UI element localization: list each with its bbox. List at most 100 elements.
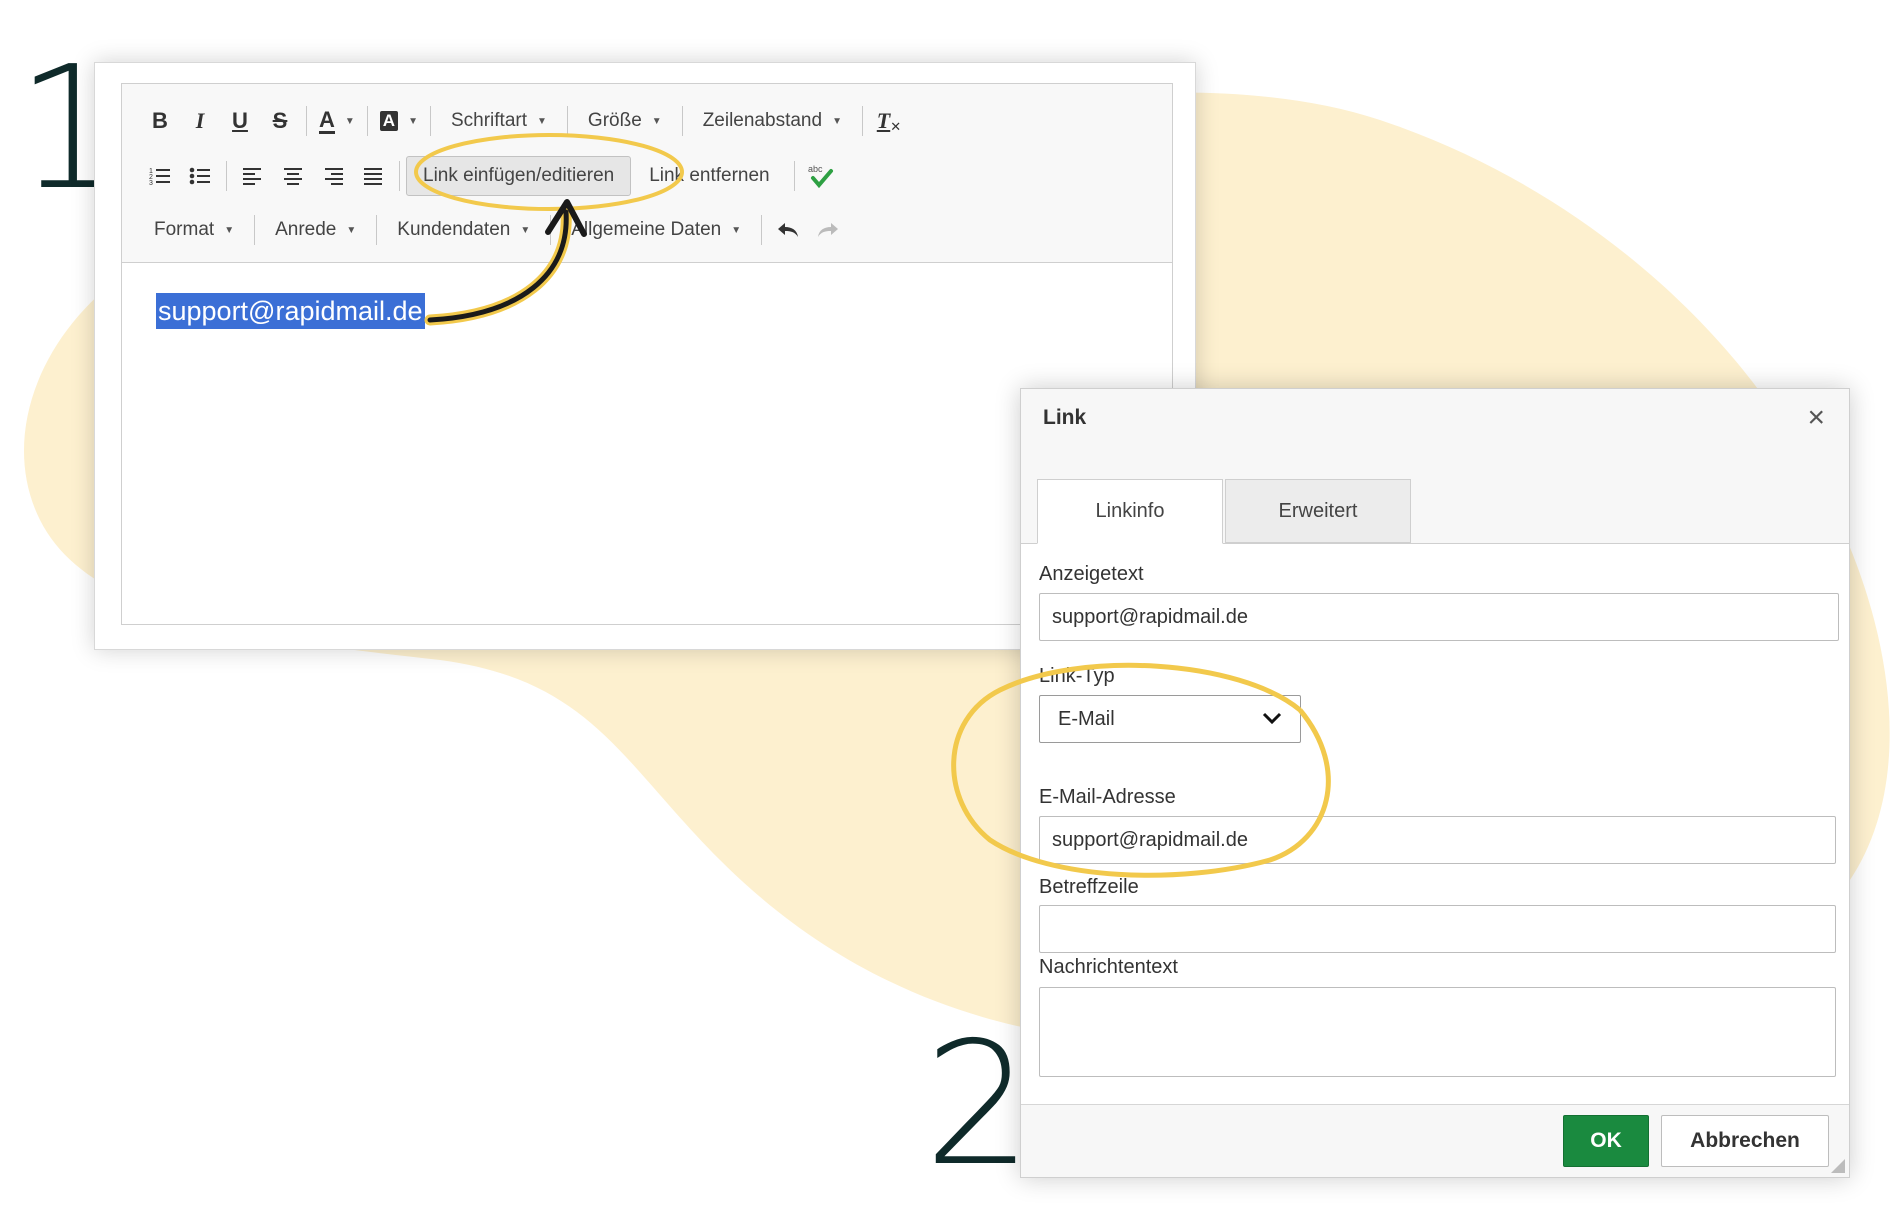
toolbar-separator [761, 215, 763, 245]
salutation-dropdown[interactable]: Anrede ▼ [261, 219, 370, 241]
align-right-button[interactable] [313, 158, 353, 194]
salutation-dropdown-label: Anrede [275, 219, 337, 240]
dialog-header: Link × [1021, 389, 1849, 454]
redo-icon [818, 223, 839, 237]
chevron-down-icon: ▼ [731, 224, 742, 236]
chevron-down-icon: ▼ [651, 115, 662, 127]
bullet-list-icon [189, 167, 210, 185]
clear-format-button[interactable]: T ✕ [869, 103, 909, 139]
numbered-list-button[interactable]: 123 [140, 158, 180, 194]
remove-link-label: Link entfernen [649, 165, 770, 186]
spellcheck-button[interactable]: abc [801, 158, 841, 194]
link-type-value: E-Mail [1058, 707, 1115, 730]
email-address-label: E-Mail-Adresse [1039, 786, 1176, 808]
subject-input[interactable] [1039, 905, 1836, 953]
general-data-dropdown-label: Allgemeine Daten [571, 219, 722, 240]
size-dropdown-label: Größe [587, 110, 642, 131]
dialog-title: Link [1043, 406, 1087, 429]
editor-toolbar: B I U S A ▼ A ▼ Schriftart ▼ Größe ▼ Zei… [122, 84, 1172, 263]
editor-content-area[interactable]: support@rapidmail.de [156, 293, 425, 329]
toolbar-separator [399, 161, 400, 191]
toolbar-separator [861, 106, 863, 136]
close-icon[interactable]: × [1807, 401, 1825, 435]
toolbar-separator [254, 215, 256, 245]
chevron-down-icon: ▼ [408, 115, 418, 127]
email-address-input[interactable] [1039, 816, 1836, 864]
link-type-label: Link-Typ [1039, 665, 1115, 687]
general-data-dropdown[interactable]: Allgemeine Daten ▼ [557, 219, 755, 241]
align-center-button[interactable] [273, 158, 313, 194]
chevron-down-icon: ▼ [537, 115, 547, 127]
resize-handle-icon[interactable] [1831, 1159, 1845, 1173]
align-right-icon [325, 168, 343, 185]
clear-format-icon: T [876, 108, 891, 133]
toolbar-separator [226, 161, 227, 191]
toolbar-separator [793, 161, 795, 191]
toolbar-separator [550, 215, 552, 245]
cancel-button[interactable]: Abbrechen [1661, 1115, 1829, 1167]
chevron-down-icon: ▼ [224, 224, 235, 236]
display-text-input[interactable] [1039, 593, 1839, 641]
message-body-textarea[interactable] [1039, 987, 1836, 1077]
customer-data-dropdown[interactable]: Kundendaten ▼ [383, 219, 544, 241]
insert-link-button[interactable]: Link einfügen/editieren [406, 156, 632, 196]
dialog-footer: OK Abbrechen [1021, 1104, 1849, 1177]
align-center-icon [284, 168, 302, 185]
message-body-label: Nachrichtentext [1039, 956, 1178, 978]
background-color-button[interactable]: A ▼ [374, 103, 424, 139]
chevron-down-icon: ▼ [520, 224, 531, 236]
text-color-button[interactable]: A ▼ [313, 103, 361, 139]
editor-panel: B I U S A ▼ A ▼ Schriftart ▼ Größe ▼ Zei… [121, 83, 1173, 625]
undo-icon [778, 223, 799, 237]
link-dialog: Link × Linkinfo Erweitert Anzeigetext Li… [1020, 388, 1850, 1178]
remove-link-button[interactable]: Link entfernen [631, 158, 787, 194]
subject-label: Betreffzeile [1039, 876, 1139, 898]
customer-data-dropdown-label: Kundendaten [397, 219, 511, 240]
strikethrough-button[interactable]: S [260, 103, 300, 139]
toolbar-row-2: 123 Link einfügen/editieren Link entfern… [140, 156, 841, 196]
align-left-icon [243, 168, 261, 185]
chevron-down-icon: ▼ [832, 115, 842, 127]
background-color-icon: A [379, 111, 399, 131]
justify-button[interactable] [353, 158, 393, 194]
toolbar-row-1: B I U S A ▼ A ▼ Schriftart ▼ Größe ▼ Zei… [140, 101, 909, 141]
undo-button[interactable] [768, 212, 808, 248]
format-dropdown-label: Format [154, 219, 215, 240]
step-number-two: 2 [924, 1006, 1033, 1204]
underline-button[interactable]: U [220, 103, 260, 139]
chevron-down-icon [1262, 708, 1282, 731]
dialog-tabs: Linkinfo Erweitert [1021, 453, 1849, 544]
bullet-list-button[interactable] [180, 158, 220, 194]
chevron-down-icon: ▼ [346, 224, 357, 236]
text-color-icon: A [319, 106, 335, 134]
size-dropdown[interactable]: Größe ▼ [574, 110, 676, 132]
toolbar-separator [429, 106, 431, 136]
link-type-select[interactable]: E-Mail [1039, 695, 1301, 743]
toolbar-separator [306, 106, 307, 136]
tab-linkinfo[interactable]: Linkinfo [1037, 479, 1223, 544]
toolbar-row-3: Format ▼ Anrede ▼ Kundendaten ▼ Allgemei… [140, 210, 848, 250]
italic-button[interactable]: I [180, 103, 220, 139]
spellcheck-badge: abc [808, 164, 823, 174]
toolbar-separator [681, 106, 683, 136]
format-dropdown[interactable]: Format ▼ [140, 219, 248, 241]
line-height-dropdown-label: Zeilenabstand [702, 110, 823, 131]
display-text-label: Anzeigetext [1039, 563, 1144, 585]
toolbar-separator [366, 106, 368, 136]
line-height-dropdown[interactable]: Zeilenabstand ▼ [689, 110, 856, 132]
numbered-list-icon: 123 [149, 168, 170, 186]
redo-button[interactable] [808, 212, 848, 248]
font-dropdown[interactable]: Schriftart ▼ [437, 110, 561, 132]
toolbar-separator [566, 106, 568, 136]
font-dropdown-label: Schriftart [450, 110, 528, 131]
svg-text:3: 3 [149, 180, 153, 186]
bold-button[interactable]: B [140, 103, 180, 139]
selected-text[interactable]: support@rapidmail.de [156, 293, 425, 329]
ok-button[interactable]: OK [1563, 1115, 1649, 1167]
tab-advanced[interactable]: Erweitert [1225, 479, 1411, 543]
chevron-down-icon: ▼ [344, 115, 355, 127]
justify-icon [364, 168, 382, 185]
align-left-button[interactable] [233, 158, 273, 194]
spellcheck-icon: abc [808, 164, 833, 189]
toolbar-separator [376, 215, 378, 245]
